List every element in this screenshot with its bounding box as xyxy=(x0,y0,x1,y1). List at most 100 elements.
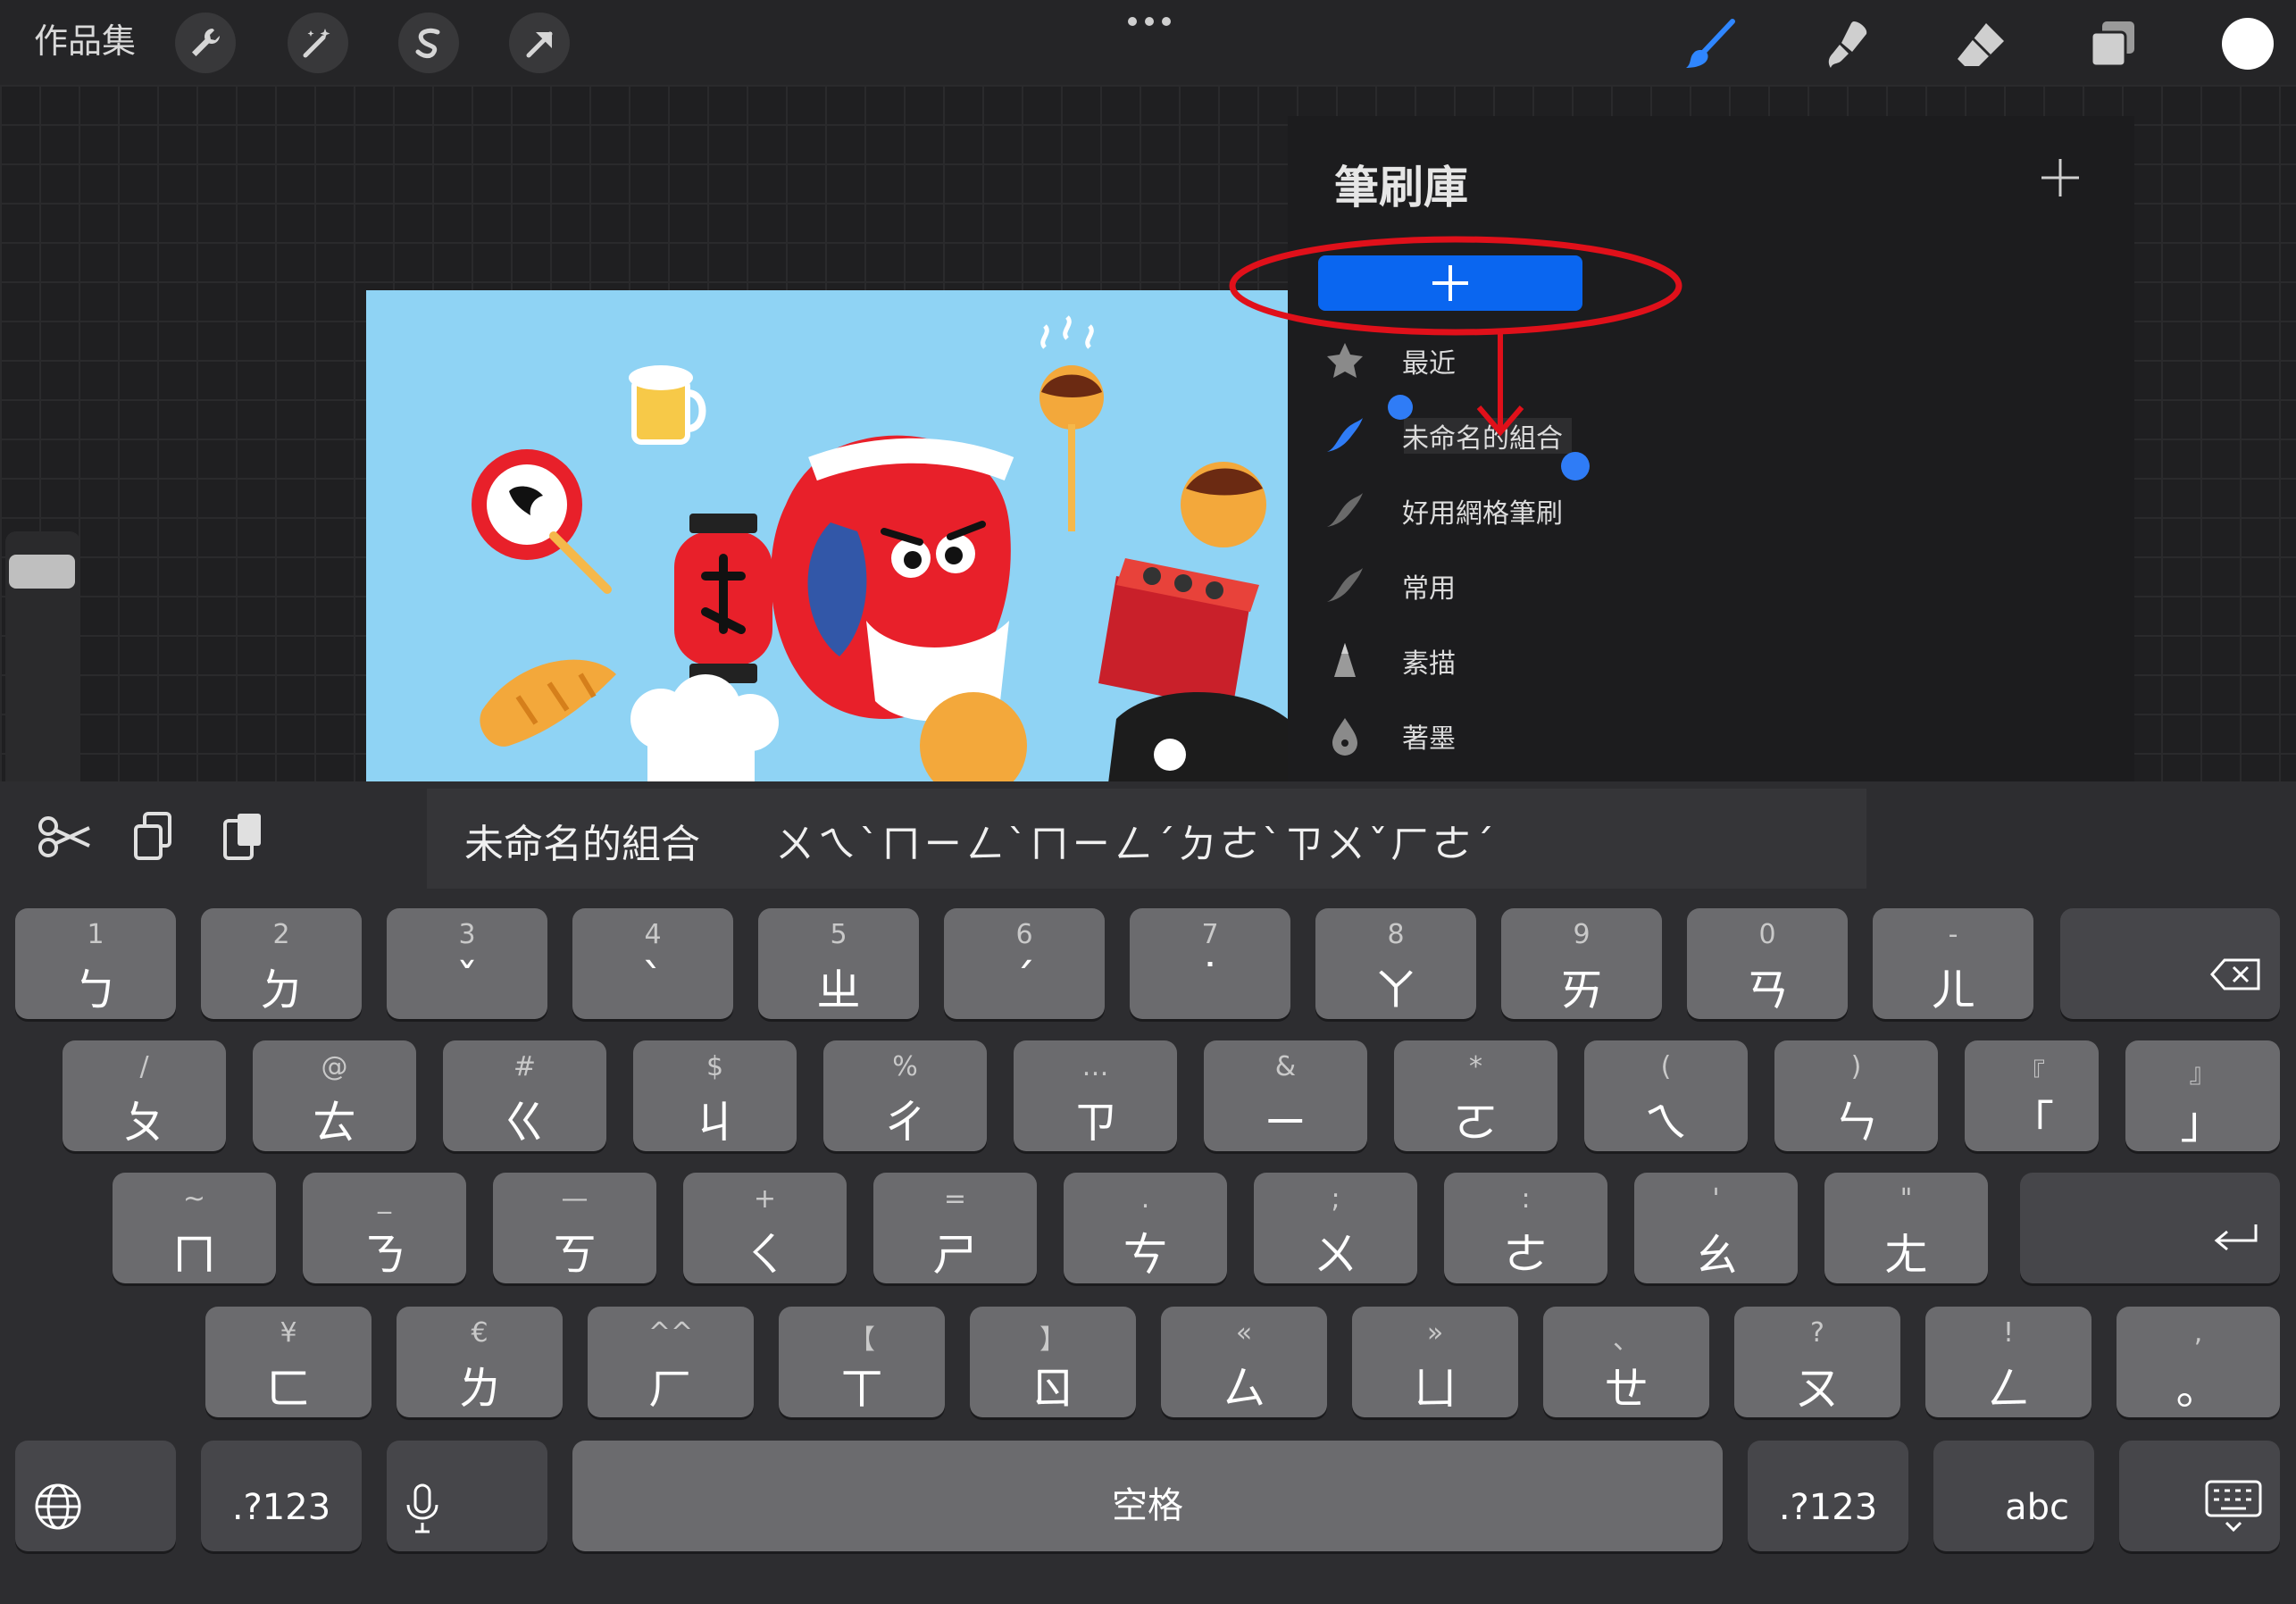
gallery-button[interactable]: 作品集 xyxy=(34,16,136,66)
brush-set-grid[interactable]: 好用網格筆刷 xyxy=(1288,479,1788,541)
key-ch[interactable]: % ㄔ xyxy=(823,1040,987,1151)
key-x[interactable]: 【ㄒ xyxy=(779,1307,945,1417)
key-q[interactable]: + ㄑ xyxy=(683,1173,847,1283)
key-yu[interactable]: » ㄩ xyxy=(1352,1307,1518,1417)
more-options-icon[interactable] xyxy=(1127,13,1172,30)
adjustments-button[interactable] xyxy=(288,13,348,73)
key-r[interactable]: 】ㄖ xyxy=(970,1307,1136,1417)
red-octopus-character xyxy=(771,435,1014,722)
key-m[interactable]: ~ ㄇ xyxy=(113,1173,276,1283)
key-tone5[interactable]: 7 ˙ xyxy=(1130,908,1290,1019)
candidate-bar: 未命名的組合 ㄨㄟˋㄇㄧㄥˋㄇㄧㄥˊㄉㄜˋㄗㄨˇㄏㄜˊ xyxy=(427,789,1866,889)
key-i[interactable]: & ㄧ xyxy=(1204,1040,1367,1151)
key-tone2[interactable]: 6ˊ xyxy=(944,908,1105,1019)
globe-icon xyxy=(35,1483,81,1530)
brush-stroke-icon xyxy=(1327,568,1363,602)
brush-set-common[interactable]: 常用 xyxy=(1288,554,1788,616)
pencil-tip-icon xyxy=(1334,643,1356,677)
actions-button[interactable] xyxy=(175,13,236,73)
key-b[interactable]: 1ㄅ xyxy=(15,908,176,1019)
eraser-icon[interactable] xyxy=(1952,16,2009,73)
key-er[interactable]: -ㄦ xyxy=(1873,908,2033,1019)
selection-button[interactable] xyxy=(398,13,459,73)
key-f[interactable]: ¥ ㄈ xyxy=(205,1307,372,1417)
brush-set-label: 最近 xyxy=(1402,348,1456,380)
candidate-zhuyin: ㄨㄟˋㄇㄧㄥˋㄇㄧㄥˊㄉㄜˋㄗㄨˇㄏㄜˊ xyxy=(775,822,1497,867)
key-d[interactable]: 2ㄉ xyxy=(201,908,362,1019)
takoyaki-grill xyxy=(1098,558,1259,710)
brush-set-recent[interactable]: 最近 xyxy=(1288,329,1788,391)
paste-icon[interactable] xyxy=(214,808,271,865)
brush-set-label: 好用網格筆刷 xyxy=(1402,498,1563,530)
numbers-key-right[interactable]: .?123 xyxy=(1748,1441,1908,1551)
color-picker-button[interactable] xyxy=(2222,18,2274,70)
backspace-icon xyxy=(2210,958,2260,990)
candidate-word[interactable]: 未命名的組合 xyxy=(464,812,700,869)
procreate-app: 作品集 筆刷庫 最近 未命名的組合 好用網格筆刷 常用 素描 著墨 未命名的組合… xyxy=(0,0,2296,1604)
copy-icon[interactable] xyxy=(125,808,182,865)
selection-handle-end[interactable] xyxy=(1561,452,1590,480)
layers-icon[interactable] xyxy=(2084,16,2142,73)
star-icon xyxy=(1327,343,1363,378)
key-s[interactable]: «ㄙ xyxy=(1161,1307,1327,1417)
key-n[interactable]: _ ㄋ xyxy=(303,1173,466,1283)
space-key[interactable]: 空格 xyxy=(572,1441,1723,1551)
key-g[interactable]: # ㄍ xyxy=(443,1040,606,1151)
cut-icon[interactable] xyxy=(36,808,93,865)
brush-stroke-icon xyxy=(1327,418,1363,452)
brush-size-slider[interactable] xyxy=(9,555,75,589)
dictation-key[interactable] xyxy=(387,1441,547,1551)
key-eng[interactable]: ! ㄥ xyxy=(1925,1307,2091,1417)
key-u[interactable]: ; ㄨ xyxy=(1254,1173,1417,1283)
brush-library-title: 筆刷庫 xyxy=(1334,162,1468,213)
key-ou[interactable]: ? ㄡ xyxy=(1734,1307,1900,1417)
key-z[interactable]: … ㄗ xyxy=(1014,1040,1177,1151)
add-brush-icon[interactable] xyxy=(2038,155,2083,200)
wrench-icon xyxy=(192,28,221,56)
brush-set-untitled[interactable]: 未命名的組合 xyxy=(1288,404,1788,466)
plus-icon xyxy=(1432,265,1468,301)
transform-button[interactable] xyxy=(509,13,570,73)
key-ang[interactable]: " ㄤ xyxy=(1824,1173,1988,1283)
key-period[interactable]: ,。 xyxy=(2116,1307,2280,1417)
key-left-bracket[interactable]: 『「 xyxy=(1965,1040,2099,1151)
selection-handle-start[interactable] xyxy=(1388,395,1413,420)
abc-key[interactable]: abc xyxy=(1933,1441,2094,1551)
key-a[interactable]: 8ㄚ xyxy=(1315,908,1476,1019)
brush-icon[interactable] xyxy=(1682,16,1740,73)
key-tone4[interactable]: 4ˋ xyxy=(572,908,733,1019)
key-h[interactable]: ^^ ㄏ xyxy=(588,1307,754,1417)
key-j[interactable]: $ ㄐ xyxy=(633,1040,797,1151)
key-eh[interactable]: 、ㄝ xyxy=(1543,1307,1709,1417)
brush-set-inking[interactable]: 著墨 xyxy=(1288,704,1788,766)
brush-set-label[interactable]: 未命名的組合 xyxy=(1402,416,1563,455)
key-sh[interactable]: = ㄕ xyxy=(873,1173,1037,1283)
key-ai[interactable]: 9ㄞ xyxy=(1501,908,1662,1019)
return-icon xyxy=(2214,1224,2258,1251)
key-p[interactable]: / ㄆ xyxy=(63,1040,226,1151)
brush-set-sketching[interactable]: 素描 xyxy=(1288,629,1788,691)
key-en[interactable]: ) ㄣ xyxy=(1774,1040,1938,1151)
hide-keyboard-key[interactable] xyxy=(2119,1441,2280,1551)
smudge-icon[interactable] xyxy=(1818,16,1875,73)
key-ei[interactable]: (ㄟ xyxy=(1584,1040,1748,1151)
key-ao[interactable]: ' ㄠ xyxy=(1634,1173,1798,1283)
key-right-bracket[interactable]: 』」 xyxy=(2125,1040,2280,1151)
key-t[interactable]: @ ㄊ xyxy=(253,1040,416,1151)
globe-key[interactable] xyxy=(15,1441,176,1551)
key-o[interactable]: * ㄛ xyxy=(1394,1040,1557,1151)
key-tone3[interactable]: 3ˇ xyxy=(387,908,547,1019)
numbers-key-left[interactable]: .?123 xyxy=(201,1441,362,1551)
key-zh[interactable]: 5ㄓ xyxy=(758,908,919,1019)
key-l[interactable]: € ㄌ xyxy=(397,1307,563,1417)
key-c[interactable]: .ㄘ xyxy=(1064,1173,1227,1283)
key-an[interactable]: 0ㄢ xyxy=(1687,908,1848,1019)
new-brush-set-button[interactable] xyxy=(1318,255,1582,311)
brush-set-label: 常用 xyxy=(1402,573,1456,605)
key-e[interactable]: :ㄜ xyxy=(1444,1173,1607,1283)
return-key[interactable] xyxy=(2020,1173,2280,1283)
backspace-key[interactable] xyxy=(2060,908,2280,1019)
key-k[interactable]: — ㄎ xyxy=(493,1173,656,1283)
artwork-canvas[interactable] xyxy=(366,290,1288,781)
brush-library-panel: 筆刷庫 最近 未命名的組合 好用網格筆刷 常用 素描 著墨 xyxy=(1288,116,2134,781)
